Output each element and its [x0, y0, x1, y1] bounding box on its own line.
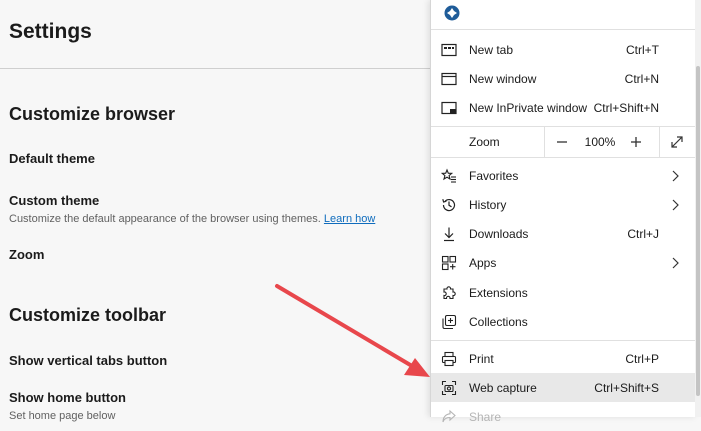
new-tab-icon: [441, 42, 457, 58]
new-tab-shortcut: Ctrl+T: [626, 42, 659, 57]
web-capture-item[interactable]: Web capture Ctrl+Shift+S: [431, 373, 696, 402]
apps-label: Apps: [469, 255, 497, 270]
header-divider: [0, 68, 440, 69]
apps-icon: [441, 255, 457, 271]
learn-how-link[interactable]: Learn how: [324, 213, 375, 225]
new-window-label: New window: [469, 71, 537, 86]
settings-and-more-menu: New tab Ctrl+T New window Ctrl+N New InP…: [430, 0, 697, 424]
chevron-right-icon: [672, 199, 679, 211]
print-item[interactable]: Print Ctrl+P: [431, 344, 696, 373]
new-window-item[interactable]: New window Ctrl+N: [431, 64, 696, 93]
fullscreen-button[interactable]: [659, 127, 695, 157]
settings-title: Settings: [9, 20, 92, 43]
new-inprivate-shortcut: Ctrl+Shift+N: [593, 100, 659, 115]
custom-theme-desc-text: Customize the default appearance of the …: [9, 213, 321, 225]
puzzle-icon: [441, 285, 457, 301]
new-tab-item[interactable]: New tab Ctrl+T: [431, 35, 696, 64]
default-theme-label: Default theme: [9, 151, 95, 166]
zoom-in-button[interactable]: [618, 127, 654, 157]
menu-scrollbar-thumb[interactable]: [696, 66, 700, 396]
menu-scrollbar[interactable]: [695, 0, 701, 417]
print-label: Print: [469, 351, 494, 366]
history-item[interactable]: History: [431, 190, 696, 219]
zoom-divider: [544, 127, 545, 157]
new-window-shortcut: Ctrl+N: [624, 71, 659, 86]
favorites-label: Favorites: [469, 168, 519, 183]
history-icon: [441, 197, 457, 213]
new-inprivate-item[interactable]: New InPrivate window Ctrl+Shift+N: [431, 93, 696, 122]
star-icon: [441, 168, 457, 184]
plus-icon: [631, 137, 641, 147]
web-capture-shortcut: Ctrl+Shift+S: [594, 380, 659, 395]
new-inprivate-label: New InPrivate window: [469, 100, 588, 115]
home-button-label: Show home button: [9, 390, 126, 405]
expand-icon: [671, 136, 683, 148]
new-tab-label: New tab: [469, 42, 514, 57]
menu-separator: [431, 29, 696, 30]
downloads-shortcut: Ctrl+J: [627, 226, 659, 241]
minus-icon: [557, 141, 567, 143]
vertical-tabs-label: Show vertical tabs button: [9, 353, 168, 368]
downloads-item[interactable]: Downloads Ctrl+J: [431, 219, 696, 248]
favorites-item[interactable]: Favorites: [431, 161, 696, 190]
menu-separator: [431, 340, 696, 341]
apps-item[interactable]: Apps: [431, 248, 696, 277]
printer-icon: [441, 351, 457, 367]
customize-toolbar-heading: Customize toolbar: [9, 305, 167, 325]
extensions-label: Extensions: [469, 285, 528, 300]
extensions-item[interactable]: Extensions: [431, 278, 696, 307]
profile-icon[interactable]: [444, 5, 460, 21]
custom-theme-label: Custom theme: [9, 193, 100, 208]
web-capture-label: Web capture: [469, 380, 537, 395]
chevron-right-icon: [672, 170, 679, 182]
menu-separator: [431, 157, 696, 158]
home-page-description: Set home page below: [9, 410, 116, 422]
zoom-label: Zoom: [469, 135, 500, 149]
history-label: History: [469, 197, 507, 212]
custom-theme-description: Customize the default appearance of the …: [9, 213, 375, 225]
collections-icon: [441, 314, 457, 330]
new-window-icon: [441, 71, 457, 87]
zoom-setting-label: Zoom: [9, 247, 45, 262]
download-icon: [441, 226, 457, 242]
downloads-label: Downloads: [469, 226, 529, 241]
web-capture-icon: [441, 380, 457, 396]
inprivate-icon: [441, 100, 457, 116]
collections-label: Collections: [469, 314, 528, 329]
zoom-row: Zoom 100%: [431, 127, 696, 157]
print-shortcut: Ctrl+P: [625, 351, 659, 366]
customize-browser-heading: Customize browser: [9, 104, 176, 124]
chevron-right-icon: [672, 257, 679, 269]
collections-item[interactable]: Collections: [431, 307, 696, 336]
